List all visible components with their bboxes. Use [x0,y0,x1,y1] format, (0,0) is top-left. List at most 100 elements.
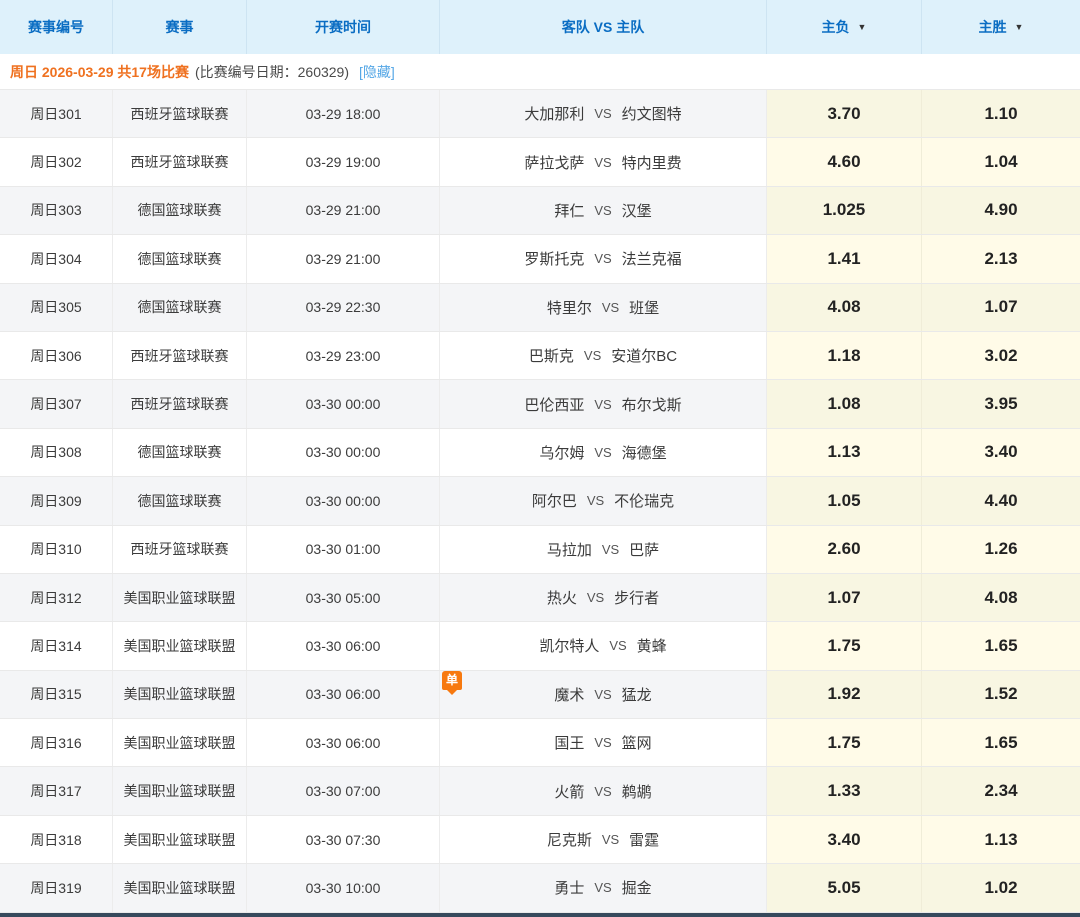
away-team: 拜仁 [554,202,585,220]
group-note-text: (比赛编号日期：260329) [194,63,350,80]
vs-label: VS [594,251,612,267]
match-number: 周日304 [0,235,113,283]
matchup: 火箭 VS 鹈鹕 [440,767,767,815]
vs-label: VS [601,541,620,557]
home-win-odds[interactable]: 1.04 [922,138,1080,186]
table-row: 周日317 美国职业篮球联盟 03-30 07:00 火箭 VS 鹈鹕 1.33… [0,767,1080,816]
start-time: 03-30 01:00 [247,525,440,573]
league-name: 美国职业篮球联盟 [113,719,247,767]
home-win-odds[interactable]: 4.40 [922,477,1080,525]
away-team: 巴斯克 [528,348,574,366]
home-win-odds[interactable]: 4.90 [922,186,1080,235]
home-team: 法兰克福 [621,251,682,269]
vs-label: VS [594,735,612,751]
home-win-odds[interactable]: 2.34 [922,767,1080,815]
table-header-row: 赛事编号 赛事 开赛时间 客队 VS 主队 主负 ▼ 主胜 ▼ [0,0,1080,54]
home-lose-odds[interactable]: 1.025 [767,186,922,235]
vs-label: VS [586,493,605,509]
vs-label: VS [609,638,627,654]
home-win-odds[interactable]: 1.52 [922,670,1080,719]
home-lose-odds[interactable]: 1.33 [767,767,922,815]
home-win-odds[interactable]: 1.26 [922,525,1080,573]
home-win-odds[interactable]: 1.65 [922,719,1080,767]
away-team: 凯尔特人 [539,638,600,656]
league-name: 西班牙篮球联赛 [113,380,247,428]
home-win-odds[interactable]: 3.40 [922,428,1080,477]
home-lose-odds[interactable]: 1.92 [767,670,922,719]
matchup: 大加那利 VS 约文图特 [440,90,767,138]
home-lose-odds[interactable]: 4.08 [767,283,922,331]
vs-label: VS [594,686,612,702]
league-name: 德国篮球联赛 [113,186,247,235]
date-group-header: 周日 2026-03-29 共17场比赛 (比赛编号日期：260329) [隐藏… [0,54,1080,90]
home-lose-odds[interactable]: 1.05 [767,477,922,525]
home-win-odds[interactable]: 1.02 [922,864,1080,912]
home-win-odds[interactable]: 1.07 [922,283,1080,331]
start-time: 03-29 22:30 [247,283,440,331]
col-header-match-number: 赛事编号 [0,0,113,54]
table-row: 周日310 西班牙篮球联赛 03-30 01:00 马拉加 VS 巴萨 2.60… [0,525,1080,574]
home-lose-odds[interactable]: 1.75 [767,622,922,670]
home-win-odds[interactable]: 3.02 [922,331,1080,380]
away-team: 魔术 [554,686,585,704]
match-number: 周日314 [0,622,113,670]
home-lose-odds[interactable]: 2.60 [767,525,922,573]
match-number: 周日306 [0,331,113,380]
col-header-home-win-label: 主胜 [978,19,1007,35]
home-win-odds[interactable]: 4.08 [922,573,1080,622]
away-team: 巴伦西亚 [524,396,585,414]
matchup: 尼克斯 VS 雷霆 [440,815,767,864]
matchup: 国王 VS 篮网 [440,719,767,767]
home-lose-odds[interactable]: 4.60 [767,138,922,186]
home-lose-odds[interactable]: 1.75 [767,719,922,767]
home-lose-odds[interactable]: 3.70 [767,90,922,138]
away-team: 勇士 [554,880,585,898]
home-lose-odds[interactable]: 1.18 [767,331,922,380]
home-win-odds[interactable]: 2.13 [922,235,1080,283]
home-team: 步行者 [614,590,660,608]
col-header-league: 赛事 [113,0,247,54]
away-team: 热火 [546,590,577,608]
home-lose-odds[interactable]: 1.13 [767,428,922,477]
home-lose-odds[interactable]: 5.05 [767,864,922,912]
match-number: 周日301 [0,90,113,138]
sort-arrow-icon[interactable]: ▼ [1015,22,1024,32]
vs-label: VS [601,299,620,315]
hide-group-link[interactable]: [隐藏] [359,62,395,82]
home-lose-odds[interactable]: 1.41 [767,235,922,283]
match-number: 周日315 [0,670,113,719]
start-time: 03-29 21:00 [247,235,440,283]
home-team: 巴萨 [629,541,660,559]
league-name: 美国职业篮球联盟 [113,622,247,670]
table-row: 周日302 西班牙篮球联赛 03-29 19:00 萨拉戈萨 VS 特内里费 4… [0,138,1080,187]
table-row: 周日315 美国职业篮球联盟 03-30 06:00 单 魔术 VS 猛龙 1.… [0,670,1080,720]
start-time: 03-30 07:30 [247,815,440,864]
match-number: 周日305 [0,283,113,331]
match-number: 周日317 [0,767,113,815]
league-name: 德国篮球联赛 [113,283,247,331]
home-team: 约文图特 [621,106,682,124]
col-header-home-lose[interactable]: 主负 ▼ [767,0,922,54]
table-row: 周日309 德国篮球联赛 03-30 00:00 阿尔巴 VS 不伦瑞克 1.0… [0,477,1080,526]
col-header-home-win[interactable]: 主胜 ▼ [922,0,1080,54]
home-lose-odds[interactable]: 1.07 [767,573,922,622]
start-time: 03-29 18:00 [247,90,440,138]
matchup: 单 魔术 VS 猛龙 [440,670,767,719]
sort-arrow-icon[interactable]: ▼ [858,22,867,32]
home-win-odds[interactable]: 1.13 [922,815,1080,864]
col-header-home-lose-label: 主负 [821,19,850,35]
table-row: 周日305 德国篮球联赛 03-29 22:30 特里尔 VS 班堡 4.08 … [0,283,1080,332]
home-win-odds[interactable]: 3.95 [922,380,1080,428]
vs-label: VS [594,154,612,170]
home-win-odds[interactable]: 1.10 [922,90,1080,138]
matchup: 罗斯托克 VS 法兰克福 [440,235,767,283]
start-time: 03-30 00:00 [247,477,440,525]
home-win-odds[interactable]: 1.65 [922,622,1080,670]
table-row: 周日303 德国篮球联赛 03-29 21:00 拜仁 VS 汉堡 1.025 … [0,186,1080,236]
home-lose-odds[interactable]: 1.08 [767,380,922,428]
home-lose-odds[interactable]: 3.40 [767,815,922,864]
vs-label: VS [594,444,612,460]
away-team: 萨拉戈萨 [524,154,585,172]
table-row: 周日306 西班牙篮球联赛 03-29 23:00 巴斯克 VS 安道尔BC 1… [0,331,1080,381]
matchup: 乌尔姆 VS 海德堡 [440,428,767,477]
